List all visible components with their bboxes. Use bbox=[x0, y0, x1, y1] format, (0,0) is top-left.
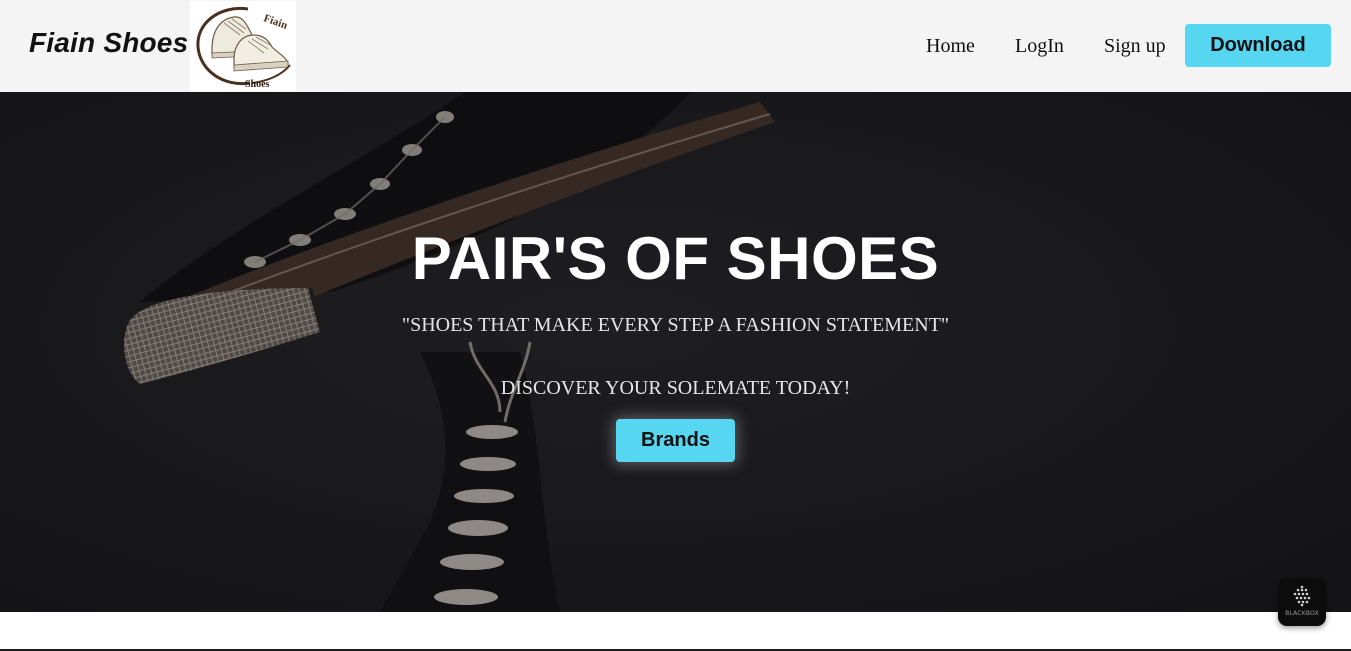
brand-name[interactable]: Fiain Shoes bbox=[29, 27, 188, 59]
hero-tagline: "SHOES THAT MAKE EVERY STEP A FASHION ST… bbox=[401, 314, 950, 336]
hero-title: PAIR'S OF SHOES bbox=[411, 225, 940, 292]
download-button[interactable]: Download bbox=[1185, 24, 1331, 67]
hero-subtitle: DISCOVER YOUR SOLEMATE TODAY! bbox=[500, 377, 851, 399]
nav-signup-link[interactable]: Sign up bbox=[1104, 35, 1166, 58]
logo-text-top: Fiain bbox=[262, 12, 289, 32]
blackbox-widget[interactable]: BLACKBOX bbox=[1278, 578, 1326, 626]
brand-logo[interactable]: Fiain Shoes bbox=[190, 1, 296, 91]
navbar: Fiain Shoes Fiain Shoes Home LogIn Sign … bbox=[0, 0, 1351, 92]
sneaker-photo bbox=[0, 92, 1351, 612]
nav-home-link[interactable]: Home bbox=[926, 35, 975, 58]
sneakers-logo-icon: Fiain Shoes bbox=[196, 6, 291, 90]
brands-button[interactable]: Brands bbox=[616, 419, 735, 462]
svg-text:Fiain: Fiain bbox=[262, 12, 289, 32]
blackbox-label: BLACKBOX bbox=[1285, 610, 1319, 617]
logo-text-bottom: Shoes bbox=[245, 79, 270, 90]
nav-login-link[interactable]: LogIn bbox=[1015, 35, 1064, 58]
svg-text:Shoes: Shoes bbox=[245, 79, 270, 90]
blackbox-icon bbox=[1293, 585, 1311, 607]
hero-section: PAIR'S OF SHOES "SHOES THAT MAKE EVERY S… bbox=[0, 92, 1351, 612]
